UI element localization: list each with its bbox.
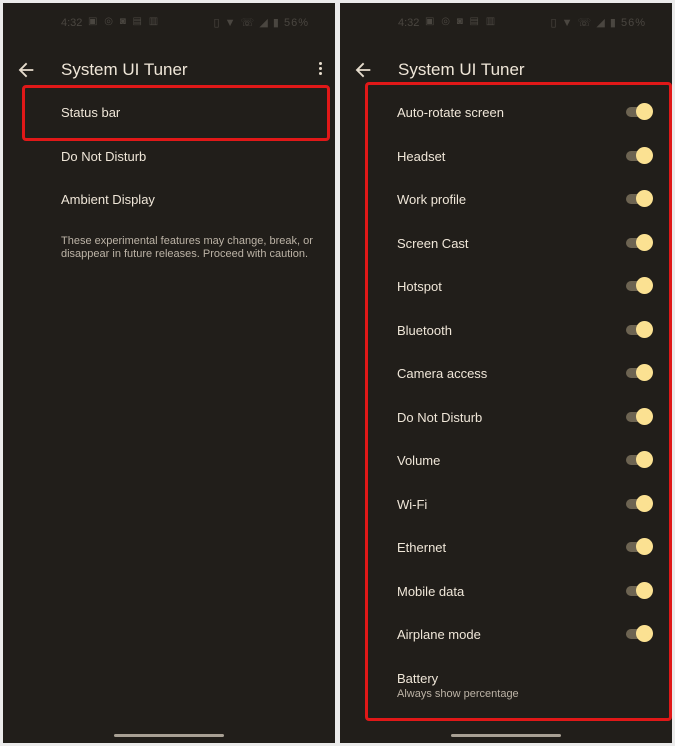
left-phone-screen: 4:32 ▣ ◎ ◙ ▤ ▥ ▯ ▼ ☏ ◢ ▮ 56% System UI T… <box>3 3 335 743</box>
status-time: 4:32 <box>398 17 420 29</box>
notification-icons: ▣ ◎ ◙ ▤ ▥ <box>425 16 498 27</box>
warning-text: These experimental features may change, … <box>61 235 313 260</box>
page-title: System UI Tuner <box>398 60 525 79</box>
system-status-icons: ▯ ▼ ☏ ◢ ▮ 56% <box>550 17 646 29</box>
system-status-icons: ▯ ▼ ☏ ◢ ▮ 56% <box>213 17 309 29</box>
menu-item-do-not-disturb[interactable]: Do Not Disturb <box>61 149 146 164</box>
back-arrow-icon[interactable] <box>15 59 37 81</box>
menu-item-ambient-display[interactable]: Ambient Display <box>61 192 155 207</box>
highlight-box <box>22 85 330 141</box>
highlight-box <box>365 82 672 721</box>
back-arrow-icon[interactable] <box>352 59 374 81</box>
status-bar: 4:32 ▣ ◎ ◙ ▤ ▥ ▯ ▼ ☏ ◢ ▮ 56% <box>3 3 335 43</box>
battery-percent: 56% <box>283 17 309 29</box>
gesture-nav-handle[interactable] <box>451 734 561 737</box>
status-time: 4:32 <box>61 17 83 29</box>
battery-percent: 56% <box>620 17 646 29</box>
status-bar: 4:32 ▣ ◎ ◙ ▤ ▥ ▯ ▼ ☏ ◢ ▮ 56% <box>340 3 672 43</box>
notification-icons: ▣ ◎ ◙ ▤ ▥ <box>88 16 161 27</box>
gesture-nav-handle[interactable] <box>114 734 224 737</box>
right-phone-screen: 4:32 ▣ ◎ ◙ ▤ ▥ ▯ ▼ ☏ ◢ ▮ 56% System UI T… <box>340 3 672 743</box>
page-title: System UI Tuner <box>61 60 188 79</box>
more-options-icon[interactable] <box>317 60 323 78</box>
